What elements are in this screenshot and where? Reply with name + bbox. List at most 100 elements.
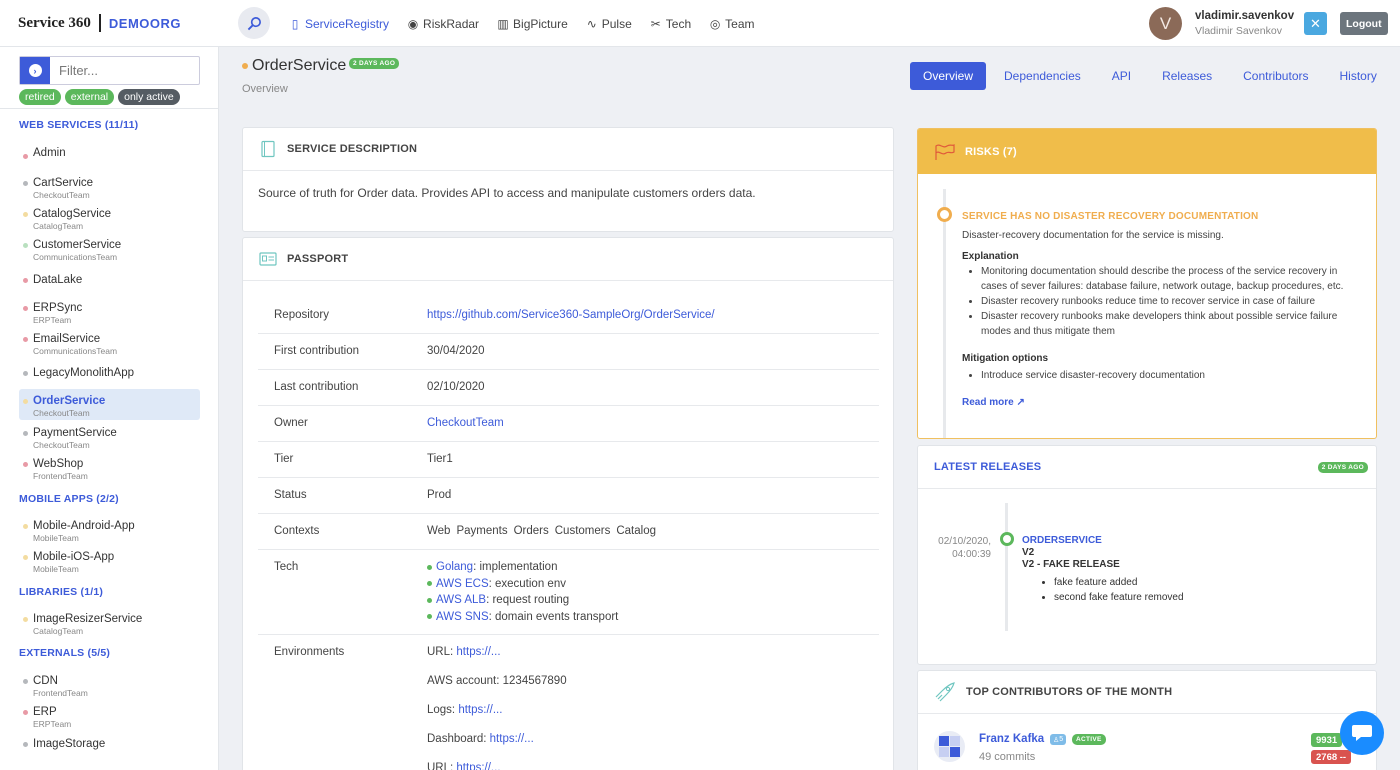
tools-icon: ✂: [650, 16, 661, 31]
env-url-link[interactable]: https://...: [456, 646, 500, 658]
avatar-pattern: [939, 736, 949, 746]
service-name: Admin: [33, 147, 66, 159]
sidebar-item-catalogservice[interactable]: CatalogService CatalogTeam: [19, 207, 200, 238]
section-mobile-apps[interactable]: MOBILE APPS (2/2): [19, 493, 119, 505]
sidebar-item-imagestorage[interactable]: ImageStorage: [19, 737, 200, 768]
admin-tools-button[interactable]: ✕: [1304, 12, 1327, 35]
external-link-icon: ↗: [1016, 397, 1025, 408]
contributor-avatar[interactable]: [934, 731, 965, 762]
context-tag[interactable]: Catalog: [616, 525, 656, 537]
service-name: ImageStorage: [33, 738, 106, 750]
risk-title[interactable]: SERVICE HAS NO DISASTER RECOVERY DOCUMEN…: [962, 209, 1362, 224]
context-tag[interactable]: Customers: [555, 525, 611, 537]
passport-row-repository: Repository https://github.com/Service360…: [258, 298, 879, 334]
row-key: Repository: [274, 309, 329, 321]
brand-logo[interactable]: Service 360 DEMOORG: [18, 14, 181, 32]
tab-dependencies[interactable]: Dependencies: [991, 62, 1094, 90]
row-key: Environments: [274, 646, 345, 658]
repository-link[interactable]: https://github.com/Service360-SampleOrg/…: [427, 309, 715, 321]
nav-tech[interactable]: ✂ Tech: [650, 17, 691, 31]
tag-only-active[interactable]: only active: [118, 89, 180, 105]
nav-team[interactable]: ◎ Team: [709, 16, 755, 31]
tech-purpose: : request routing: [486, 594, 570, 606]
release-service-link[interactable]: ORDERSERVICE: [1022, 535, 1184, 547]
tab-bar: Overview Dependencies API Releases Contr…: [910, 62, 1391, 90]
row-key: Contexts: [274, 525, 320, 537]
list-item: Disaster recovery runbooks reduce time t…: [981, 294, 1362, 309]
owner-link[interactable]: CheckoutTeam: [427, 417, 504, 429]
sidebar-item-webshop[interactable]: WebShop FrontendTeam: [19, 457, 200, 488]
service-name: Mobile-Android-App: [33, 520, 135, 532]
rank-value: 5: [1059, 736, 1064, 743]
sidebar-item-erp[interactable]: ERP ERPTeam: [19, 705, 200, 736]
service-name: ERPSync: [33, 302, 83, 314]
passport-row-status: Status Prod: [258, 478, 879, 514]
filter-submit-button[interactable]: ›: [20, 57, 50, 84]
tech-link[interactable]: Golang: [436, 559, 473, 576]
sidebar-item-orderservice[interactable]: OrderService CheckoutTeam: [19, 389, 200, 420]
sidebar-item-mobile-android-app[interactable]: Mobile-Android-App MobileTeam: [19, 519, 200, 550]
tech-link[interactable]: AWS ALB: [436, 592, 486, 609]
user-menu[interactable]: V vladimir.savenkov Vladimir Savenkov: [1149, 7, 1294, 40]
logout-button[interactable]: Logout: [1340, 12, 1388, 35]
service-name: CartService: [33, 177, 94, 189]
tag-retired[interactable]: retired: [19, 89, 61, 105]
status-dot: [427, 564, 432, 570]
service-name: EmailService: [33, 333, 101, 345]
tech-purpose: : execution env: [488, 577, 566, 590]
status-dot: [427, 581, 432, 587]
env-logs-link[interactable]: https://...: [458, 704, 502, 716]
commit-count: 49 commits: [979, 751, 1036, 763]
read-more-text[interactable]: Read more: [962, 397, 1014, 408]
sidebar-item-customerservice[interactable]: CustomerService CommunicationsTeam: [19, 238, 200, 269]
section-externals[interactable]: EXTERNALS (5/5): [19, 647, 110, 659]
row-key: Tech: [274, 561, 299, 573]
sidebar-item-emailservice[interactable]: EmailService CommunicationsTeam: [19, 332, 200, 363]
arrow-right-icon: ›: [28, 64, 42, 77]
sidebar-item-mobile-ios-app[interactable]: Mobile-iOS-App MobileTeam: [19, 550, 200, 581]
service-name: PaymentService: [33, 427, 117, 439]
row-value: 02/10/2020: [427, 381, 485, 393]
sidebar-item-paymentservice[interactable]: PaymentService CheckoutTeam: [19, 426, 200, 457]
tab-releases[interactable]: Releases: [1149, 62, 1225, 90]
card-header: TOP CONTRIBUTORS OF THE MONTH: [918, 671, 1376, 714]
nav-risk-radar[interactable]: ◉ RiskRadar: [407, 17, 479, 31]
env-url-link[interactable]: https://...: [456, 762, 500, 770]
sidebar-item-erpsync[interactable]: ERPSync ERPTeam: [19, 301, 200, 332]
tab-contributors[interactable]: Contributors: [1230, 62, 1321, 90]
context-tag[interactable]: Web: [427, 525, 450, 537]
section-libraries[interactable]: LIBRARIES (1/1): [19, 586, 103, 598]
service-name: LegacyMonolithApp: [33, 367, 135, 379]
read-more-link[interactable]: Read more ↗: [962, 395, 1362, 410]
tech-item: AWS ALB: request routing: [427, 592, 618, 609]
status-dot: [23, 243, 28, 248]
user-name-block: vladimir.savenkov Vladimir Savenkov: [1195, 9, 1294, 39]
tech-link[interactable]: AWS SNS: [436, 609, 489, 626]
sidebar-item-imageresizerservice[interactable]: ImageResizerService CatalogTeam: [19, 612, 200, 643]
context-tag[interactable]: Orders: [514, 525, 549, 537]
search-button[interactable]: [238, 7, 270, 39]
sidebar-item-cdn[interactable]: CDN FrontendTeam: [19, 674, 200, 705]
filter-input[interactable]: Filter...: [50, 57, 199, 84]
env-dashboard-link[interactable]: https://...: [490, 733, 534, 745]
tab-history[interactable]: History: [1327, 62, 1390, 90]
timeline-line: [943, 189, 946, 438]
tech-link[interactable]: AWS ECS: [436, 576, 489, 593]
sidebar-item-datalake[interactable]: DataLake: [19, 273, 200, 304]
nav-label: Team: [725, 16, 755, 31]
context-tag[interactable]: Payments: [456, 525, 507, 537]
tab-overview[interactable]: Overview: [910, 62, 987, 90]
sidebar-item-admin[interactable]: Admin: [19, 146, 200, 177]
nav-big-picture[interactable]: ▥ BigPicture: [497, 17, 567, 31]
contributor-name[interactable]: Franz Kafka: [979, 733, 1044, 745]
chat-button[interactable]: [1340, 711, 1384, 755]
tab-api[interactable]: API: [1099, 62, 1144, 90]
nav-service-registry[interactable]: ▯ ServiceRegistry: [289, 17, 389, 31]
risks-header[interactable]: RISKS (7): [918, 129, 1376, 174]
card-header: LATEST RELEASES 2 DAYS AGO: [918, 446, 1376, 489]
nav-pulse[interactable]: ∿ Pulse: [586, 17, 632, 31]
divider: [0, 108, 218, 109]
section-web-services[interactable]: WEB SERVICES (11/11): [19, 119, 138, 131]
tag-external[interactable]: external: [64, 89, 115, 105]
sidebar-item-cartservice[interactable]: CartService CheckoutTeam: [19, 176, 200, 207]
